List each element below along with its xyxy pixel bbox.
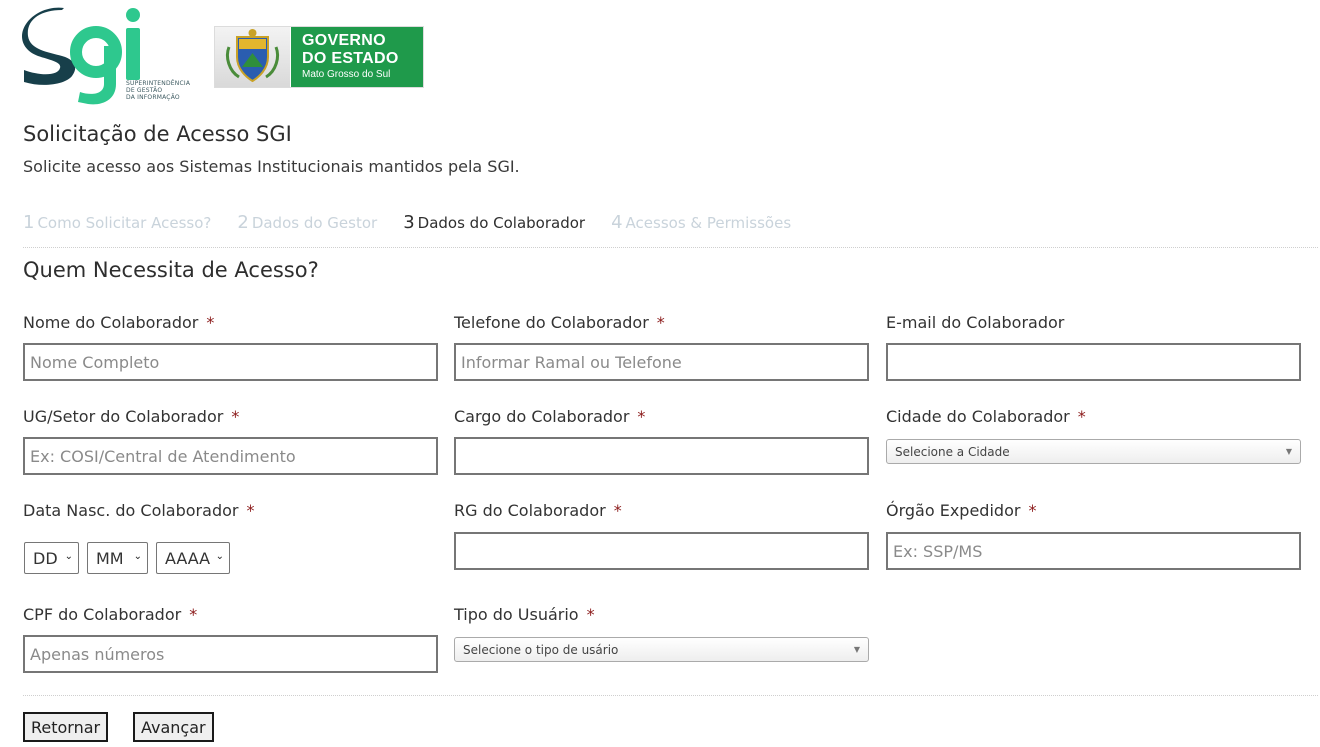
required-mark: * [1077,407,1086,426]
governo-ms-logo: GOVERNO DO ESTADO Mato Grosso do Sul [214,26,424,88]
avancar-button[interactable]: Avançar [133,712,214,742]
orgao-label: Órgão Expedidor * [886,501,1036,520]
tipo-usuario-select[interactable]: Selecione o tipo de usário ▼ [454,637,869,662]
required-mark: * [613,501,622,520]
birth-month-value: MM [96,548,124,568]
steps-divider [23,247,1318,248]
nome-input[interactable] [23,343,438,381]
step-number: 3 [403,212,415,233]
step-number: 2 [237,212,249,233]
telefone-label: Telefone do Colaborador * [454,313,665,332]
cpf-label: CPF do Colaborador * [23,605,197,624]
tipo-usuario-label-text: Tipo do Usuário [454,605,579,624]
step-label: Como Solicitar Acesso? [37,214,212,232]
telefone-label-text: Telefone do Colaborador [454,313,649,332]
dropdown-caret-icon: ▼ [1285,447,1292,456]
sgi-tagline-line: SUPERINTENDÊNCIA [126,80,191,87]
cidade-label: Cidade do Colaborador * [886,407,1086,426]
required-mark: * [246,501,255,520]
nome-label: Nome do Colaborador * [23,313,214,332]
chevron-down-icon: ⌄ [133,551,142,562]
cidade-select[interactable]: Selecione a Cidade ▼ [886,439,1301,464]
data-nasc-label: Data Nasc. do Colaborador * [23,501,254,520]
sgi-tagline-line: DA INFORMAÇÃO [126,94,180,101]
state-crest-icon [225,29,280,83]
rg-label-text: RG do Colaborador [454,501,606,520]
tipo-usuario-selected-value: Selecione o tipo de usário [463,642,619,657]
tipo-usuario-label: Tipo do Usuário * [454,605,595,624]
step-label: Acessos & Permissões [625,214,792,232]
ug-setor-label-text: UG/Setor do Colaborador [23,407,224,426]
telefone-input[interactable] [454,343,869,381]
sgi-tagline-line: DE GESTÃO [126,87,163,94]
retornar-button[interactable]: Retornar [23,712,109,742]
required-mark: * [231,407,240,426]
required-mark: * [586,605,595,624]
nome-label-text: Nome do Colaborador [23,313,199,332]
wizard-steps: 1 Como Solicitar Acesso? 2 Dados do Gest… [23,212,817,233]
governo-banner: GOVERNO DO ESTADO Mato Grosso do Sul [291,27,423,87]
chevron-down-icon: ⌄ [64,551,73,562]
page-subtitle: Solicite acesso aos Sistemas Institucion… [23,157,520,176]
cidade-selected-value: Selecione a Cidade [895,444,1010,459]
required-mark: * [656,313,665,332]
step-number: 1 [23,212,35,233]
cargo-input[interactable] [454,437,869,475]
section-title: Quem Necessita de Acesso? [23,258,319,282]
birth-day-select[interactable]: DD ⌄ [24,542,79,574]
chevron-down-icon: ⌄ [215,551,224,562]
cpf-input[interactable] [23,635,438,673]
form-footer-divider [23,695,1318,696]
email-label: E-mail do Colaborador [886,313,1064,332]
step-acessos-permissoes[interactable]: 4 Acessos & Permissões [611,212,791,233]
cidade-label-text: Cidade do Colaborador [886,407,1070,426]
rg-input[interactable] [454,532,869,570]
ug-setor-label: UG/Setor do Colaborador * [23,407,239,426]
gov-text-line3: Mato Grosso do Sul [302,69,391,80]
dropdown-caret-icon: ▼ [853,645,860,654]
birth-day-value: DD [33,548,58,568]
step-dados-gestor[interactable]: 2 Dados do Gestor [237,212,377,233]
page-title: Solicitação de Acesso SGI [23,122,292,146]
sgi-tagline: SUPERINTENDÊNCIA DE GESTÃO DA INFORMAÇÃO [126,80,190,101]
cargo-label: Cargo do Colaborador * [454,407,645,426]
required-mark: * [1028,501,1037,520]
gov-text-line1: GOVERNO [302,32,386,49]
state-crest-area [215,27,290,87]
required-mark: * [189,605,198,624]
cargo-label-text: Cargo do Colaborador [454,407,630,426]
rg-label: RG do Colaborador * [454,501,622,520]
birth-year-select[interactable]: AAAA ⌄ [156,542,230,574]
data-nasc-label-text: Data Nasc. do Colaborador [23,501,239,520]
step-number: 4 [611,212,623,233]
step-label: Dados do Gestor [251,214,378,232]
step-como-solicitar[interactable]: 1 Como Solicitar Acesso? [23,212,211,233]
step-label: Dados do Colaborador [417,214,586,232]
required-mark: * [637,407,646,426]
sgi-logo: SUPERINTENDÊNCIA DE GESTÃO DA INFORMAÇÃO [22,6,194,106]
birth-year-value: AAAA [165,548,211,568]
orgao-label-text: Órgão Expedidor [886,501,1021,520]
orgao-input[interactable] [886,532,1301,570]
birth-month-select[interactable]: MM ⌄ [87,542,148,574]
step-dados-colaborador[interactable]: 3 Dados do Colaborador [403,212,585,233]
required-mark: * [206,313,215,332]
ug-setor-input[interactable] [23,437,438,475]
gov-text-line2: DO ESTADO [302,50,399,67]
cpf-label-text: CPF do Colaborador [23,605,182,624]
email-input[interactable] [886,343,1301,381]
email-label-text: E-mail do Colaborador [886,313,1065,332]
